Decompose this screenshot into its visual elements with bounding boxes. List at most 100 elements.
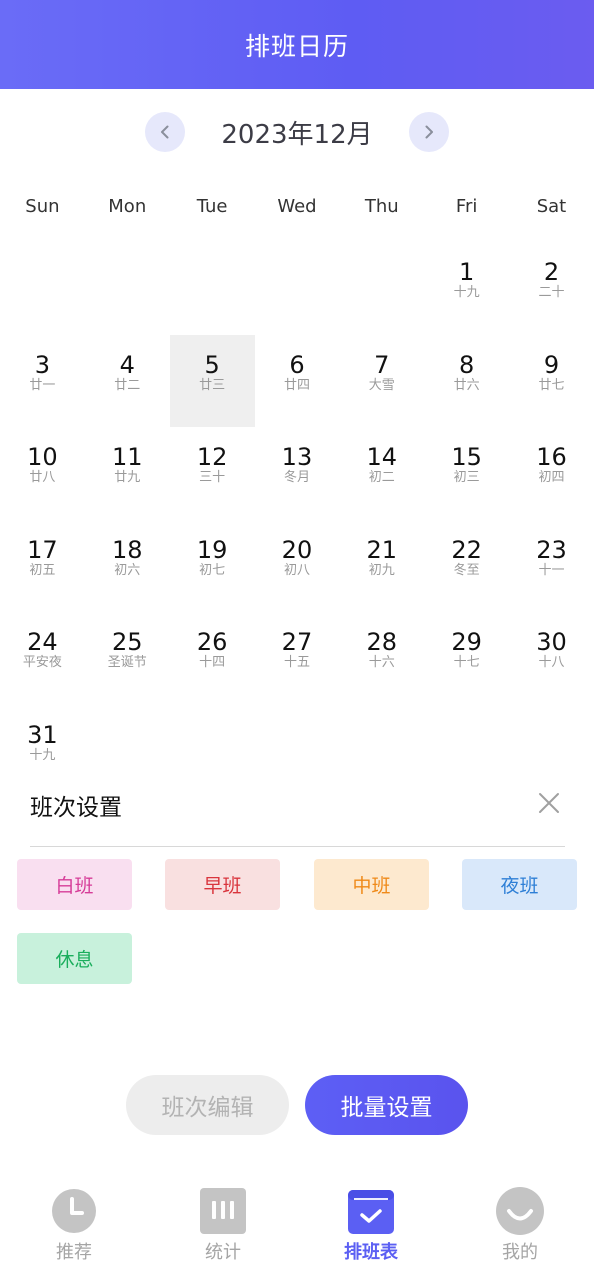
lunar-date: 十七 <box>453 655 480 670</box>
day-number: 7 <box>374 350 390 379</box>
day-number: 1 <box>459 258 475 286</box>
lunar-date: 平安夜 <box>22 655 62 670</box>
calendar-day[interactable]: 6 廿四 <box>255 335 340 428</box>
edit-shifts-button[interactable]: 班次编辑 <box>126 1075 289 1135</box>
calendar-day[interactable]: 26 十四 <box>170 612 255 705</box>
calendar-grid: 1 十九 2 二十 3 廿一 4 廿二 5 廿三 6 廿四 7 大雪 8 廿六 9 廿七 10 廿八 11 廿九 12 三十 1… <box>0 242 594 797</box>
bar-stats-icon <box>200 1188 246 1234</box>
shift-chip-night[interactable]: 夜班 <box>462 859 577 910</box>
lunar-date: 廿九 <box>114 470 141 485</box>
calendar-day[interactable]: 27 十五 <box>255 612 340 705</box>
day-number: 11 <box>111 443 143 471</box>
lunar-date: 初八 <box>283 562 310 578</box>
calendar-empty-cell <box>255 242 340 335</box>
calendar-day[interactable]: 2 二十 <box>509 242 594 335</box>
smile-icon <box>496 1187 544 1235</box>
day-number: 19 <box>196 535 228 564</box>
calendar-day[interactable]: 14 初二 <box>339 427 424 520</box>
shift-chip-rest[interactable]: 休息 <box>17 933 132 984</box>
calendar-day[interactable]: 24 平安夜 <box>0 612 85 705</box>
calendar-day[interactable]: 30 十八 <box>509 612 594 705</box>
calendar-day[interactable]: 23 十一 <box>509 520 594 613</box>
close-button[interactable] <box>536 790 562 816</box>
shift-chip-label: 夜班 <box>500 875 539 897</box>
calendar-day[interactable]: 16 初四 <box>509 427 594 520</box>
day-number: 16 <box>536 443 567 471</box>
calendar-day[interactable]: 13 冬月 <box>255 427 340 520</box>
tab-stats[interactable]: 统计 <box>173 1186 273 1276</box>
lunar-date: 初二 <box>368 470 395 485</box>
lunar-date: 廿三 <box>199 377 226 393</box>
shift-chip-label: 白班 <box>55 875 94 897</box>
app-root: 排班日历 2023年12月 Sun Mon Tue Wed Thu Fri Sa… <box>0 0 594 1280</box>
calendar-day[interactable]: 12 三十 <box>170 427 255 520</box>
weekday-label: Mon <box>108 196 147 217</box>
calendar-day[interactable]: 29 十七 <box>424 612 509 705</box>
shift-chip-label: 休息 <box>55 949 94 971</box>
calendar-day-today[interactable]: 5 廿三 <box>169 334 255 427</box>
lunar-date: 廿六 <box>453 377 480 393</box>
weekday-label: Sat <box>536 196 567 217</box>
tab-label: 推荐 <box>56 1242 92 1263</box>
tab-schedule[interactable]: 排班表 <box>321 1186 421 1276</box>
day-number: 27 <box>281 628 313 656</box>
lunar-date: 廿七 <box>538 377 565 393</box>
close-icon <box>539 793 559 813</box>
day-number: 5 <box>204 350 220 379</box>
lunar-date: 廿八 <box>29 470 56 485</box>
tab-mine[interactable]: 我的 <box>470 1186 570 1276</box>
calendar-day[interactable]: 15 初三 <box>424 427 509 520</box>
chevron-left-icon <box>161 125 169 139</box>
calendar-day[interactable]: 10 廿八 <box>0 427 85 520</box>
day-number: 24 <box>27 628 58 656</box>
day-number: 14 <box>366 443 398 471</box>
calendar-day[interactable]: 20 初八 <box>255 520 340 613</box>
calendar-day[interactable]: 7 大雪 <box>339 335 424 428</box>
lunar-date: 廿一 <box>29 377 56 393</box>
tab-label: 统计 <box>205 1242 241 1263</box>
calendar-day[interactable]: 21 初九 <box>339 520 424 613</box>
shift-chip-early[interactable]: 早班 <box>165 859 280 910</box>
calendar-day[interactable]: 9 廿七 <box>509 335 594 428</box>
batch-settings-button[interactable]: 批量设置 <box>305 1075 468 1135</box>
day-number: 25 <box>111 628 143 656</box>
calendar-day[interactable]: 11 廿九 <box>85 427 170 520</box>
day-number: 26 <box>196 628 228 656</box>
calendar-empty-cell <box>339 242 424 335</box>
calendar-day[interactable]: 8 廿六 <box>424 335 509 428</box>
sheet-title: 班次设置 <box>30 795 122 821</box>
prev-month-button[interactable] <box>145 112 185 152</box>
calendar-day[interactable]: 1 十九 <box>424 242 509 335</box>
calendar-empty-cell <box>0 242 85 335</box>
lunar-date: 冬月 <box>283 470 310 485</box>
day-number: 28 <box>366 628 398 656</box>
page-title: 排班日历 <box>244 31 349 61</box>
next-month-button[interactable] <box>409 112 449 152</box>
calendar-day[interactable]: 3 廿一 <box>0 335 85 428</box>
calendar-day[interactable]: 17 初五 <box>0 520 85 613</box>
app-header: 排班日历 <box>0 0 594 89</box>
lunar-date: 初九 <box>368 562 395 578</box>
tab-label: 排班表 <box>344 1242 398 1263</box>
calendar-day[interactable]: 19 初七 <box>170 520 255 613</box>
calendar-day[interactable]: 28 十六 <box>339 612 424 705</box>
calendar-day[interactable]: 22 冬至 <box>424 520 509 613</box>
day-number: 29 <box>451 628 482 656</box>
lunar-date: 廿四 <box>283 377 310 393</box>
day-number: 22 <box>451 535 482 564</box>
shift-chip-middle[interactable]: 中班 <box>314 859 429 910</box>
tab-recommend[interactable]: 推荐 <box>24 1186 124 1276</box>
tab-label: 我的 <box>502 1242 538 1263</box>
shift-chip-day[interactable]: 白班 <box>17 859 132 910</box>
day-number: 13 <box>281 443 313 471</box>
chevron-right-icon <box>425 125 433 139</box>
weekday-label: Wed <box>277 196 317 217</box>
calendar-day[interactable]: 25 圣诞节 <box>85 612 170 705</box>
calendar-check-icon <box>348 1190 394 1234</box>
calendar-day[interactable]: 18 初六 <box>85 520 170 613</box>
day-number: 8 <box>459 350 475 379</box>
calendar-empty-cell <box>85 242 170 335</box>
calendar-day[interactable]: 4 廿二 <box>85 335 170 428</box>
day-number: 30 <box>536 628 567 656</box>
day-number: 23 <box>536 535 567 564</box>
